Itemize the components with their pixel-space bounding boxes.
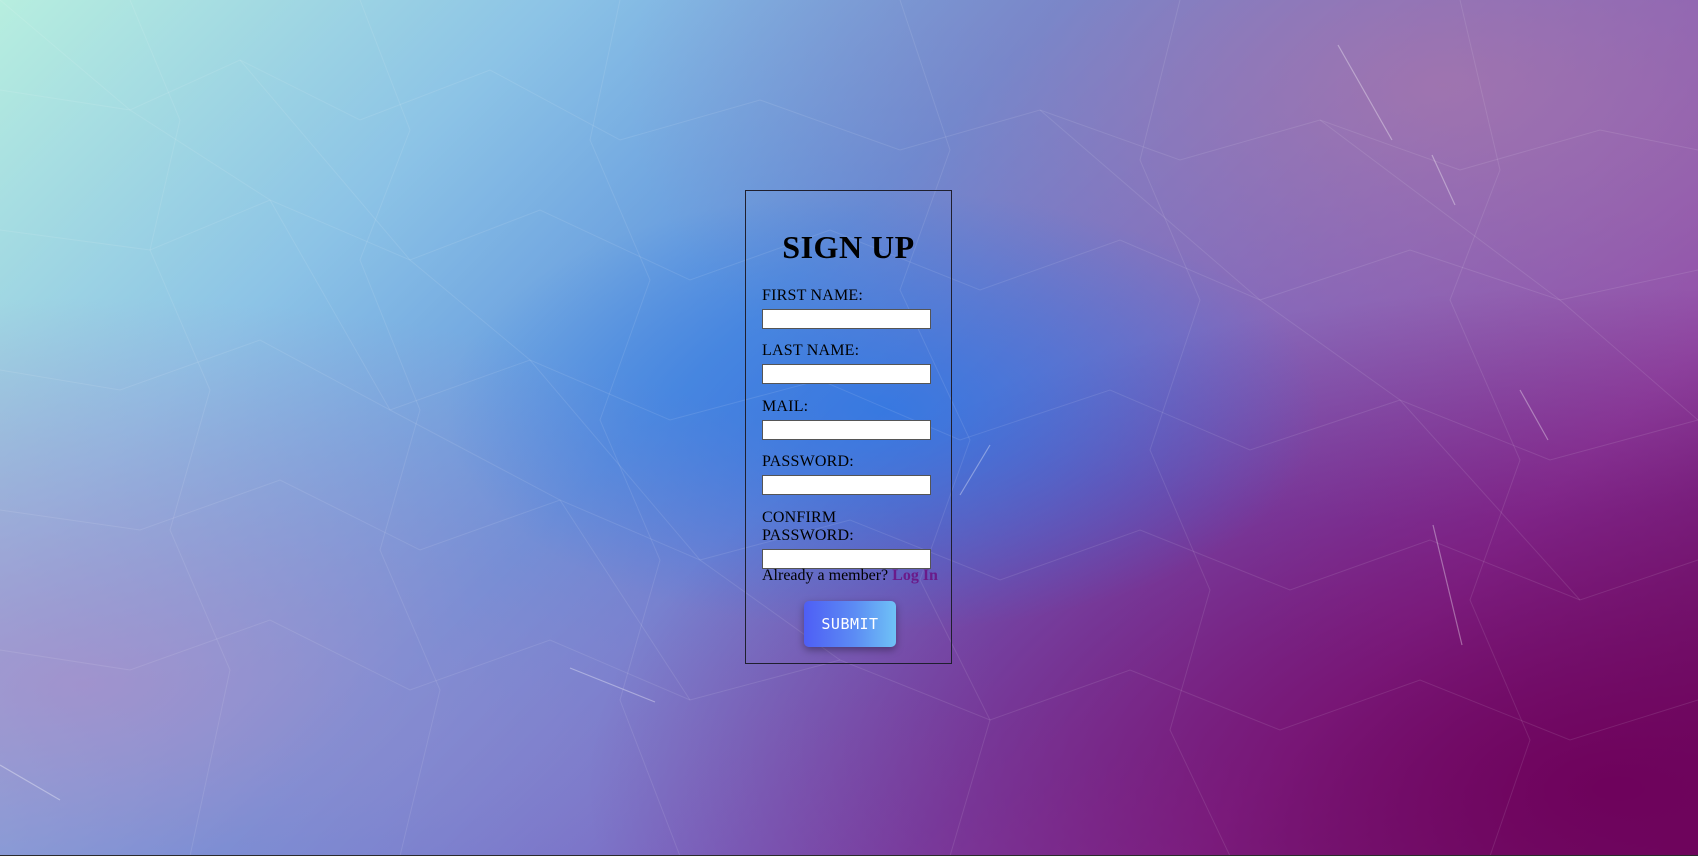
- member-prompt-text: Already a member?: [762, 567, 889, 584]
- first-name-input[interactable]: [762, 309, 931, 329]
- confirm-password-group: CONFIRM PASSWORD:: [762, 509, 932, 569]
- mail-input[interactable]: [762, 420, 931, 440]
- password-group: PASSWORD:: [762, 453, 932, 495]
- signup-form: SIGN UP FIRST NAME: LAST NAME: MAIL: PAS…: [745, 190, 952, 664]
- last-name-group: LAST NAME:: [762, 342, 932, 384]
- last-name-label: LAST NAME:: [762, 342, 860, 359]
- password-label: PASSWORD:: [762, 453, 854, 470]
- member-prompt: Already a member? Log In: [762, 567, 938, 585]
- password-input[interactable]: [762, 475, 931, 495]
- confirm-password-label: CONFIRM PASSWORD:: [762, 509, 854, 544]
- mail-label: MAIL:: [762, 398, 809, 415]
- first-name-label: FIRST NAME:: [762, 287, 864, 304]
- first-name-group: FIRST NAME:: [762, 287, 932, 329]
- last-name-input[interactable]: [762, 364, 931, 384]
- login-link[interactable]: Log In: [892, 567, 938, 584]
- submit-button[interactable]: SUBMIT: [804, 601, 896, 647]
- confirm-password-input[interactable]: [762, 549, 931, 569]
- page-title: SIGN UP: [782, 229, 915, 265]
- mail-group: MAIL:: [762, 398, 932, 440]
